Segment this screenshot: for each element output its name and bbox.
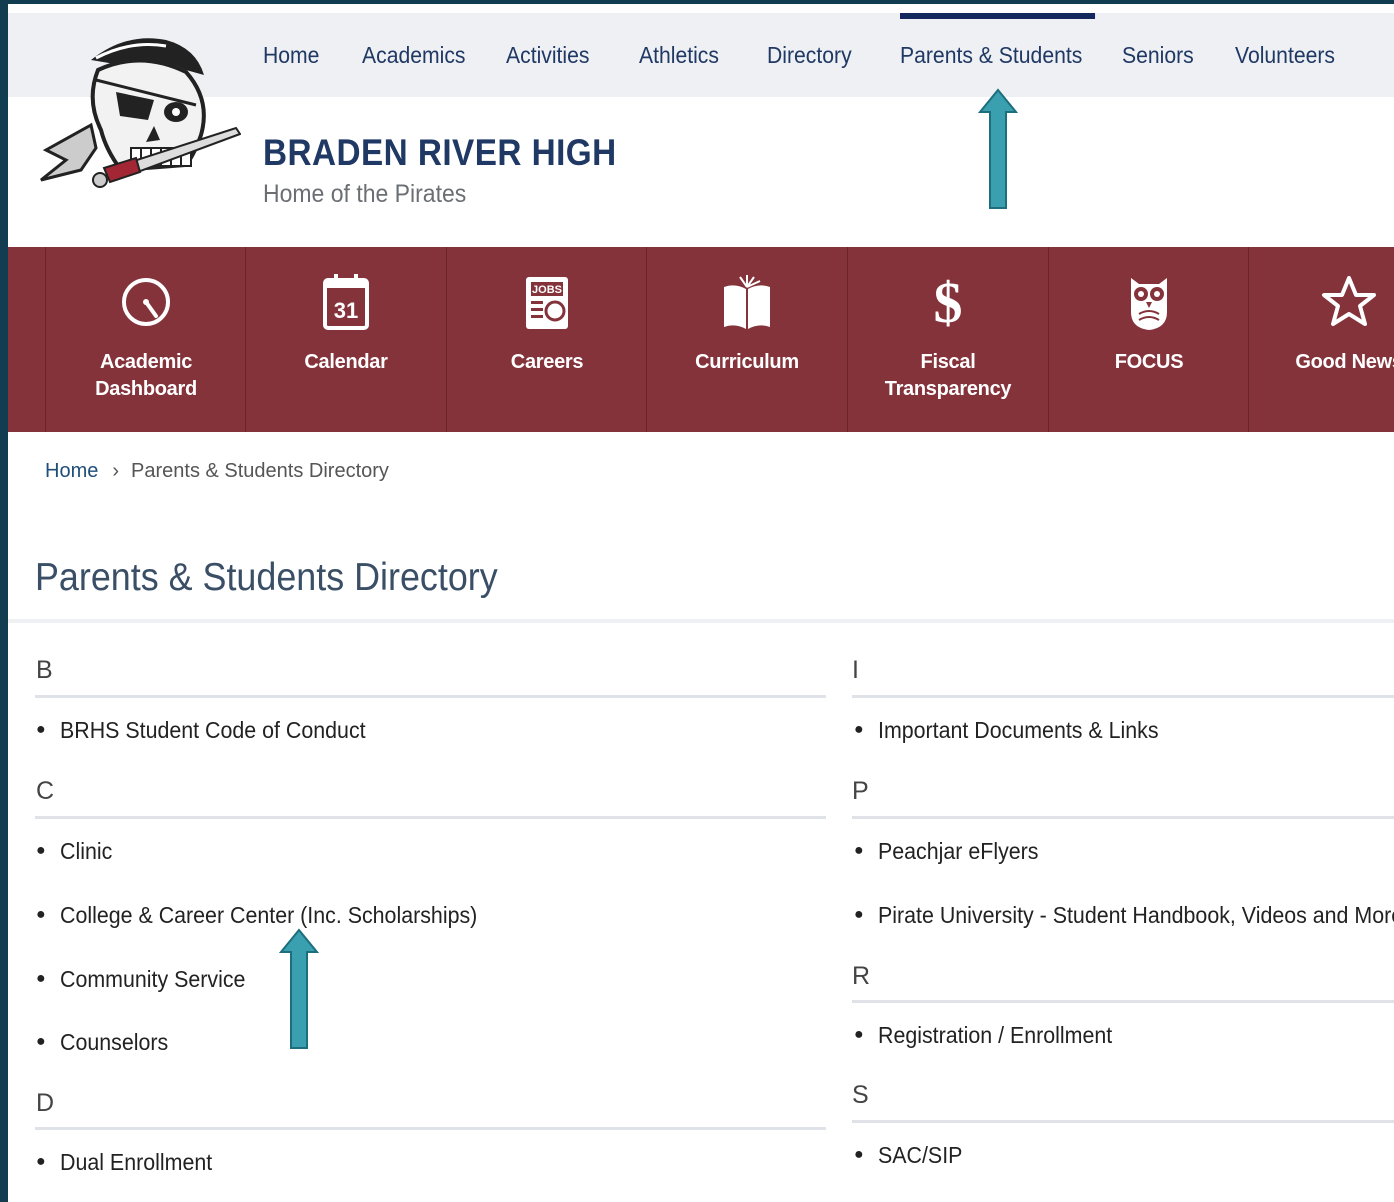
chevron-right-icon: ›	[112, 460, 120, 482]
section-letter: I	[852, 656, 859, 684]
section-letter: R	[852, 962, 871, 990]
nav-volunteers[interactable]: Volunteers	[1235, 13, 1335, 97]
list-item[interactable]: ● Clinic	[36, 838, 116, 865]
quick-links-bar: Academic Dashboard 31 Calendar JOBS Care…	[8, 247, 1394, 432]
list-item[interactable]: ● Pirate University - Student Handbook, V…	[854, 902, 1394, 929]
list-item[interactable]: ● SAC/SIP	[854, 1142, 969, 1169]
jobs-newspaper-icon: JOBS	[517, 271, 577, 333]
divider	[852, 1000, 1394, 1003]
list-item[interactable]: ● Dual Enrollment	[36, 1149, 224, 1176]
section-letter: S	[852, 1081, 869, 1109]
quick-link-label: Fiscal Transparency	[884, 351, 1012, 400]
quick-link-label: FOCUS	[1114, 351, 1184, 373]
nav-athletics[interactable]: Athletics	[639, 13, 719, 97]
quick-link-good-news[interactable]: Good News	[1248, 247, 1394, 432]
nav-activities[interactable]: Activities	[506, 13, 589, 97]
page-title: Parents & Students Directory	[35, 556, 498, 599]
list-item[interactable]: ● BRHS Student Code of Conduct	[36, 717, 389, 744]
breadcrumb-home[interactable]: Home	[45, 460, 98, 482]
quick-link-label: Calendar	[304, 351, 388, 373]
list-item[interactable]: ● College & Career Center (Inc. Scholarsh…	[36, 902, 509, 929]
breadcrumb: Home › Parents & Students Directory	[45, 460, 389, 483]
breadcrumb-current: Parents & Students Directory	[131, 460, 389, 482]
quick-link-careers[interactable]: JOBS Careers	[446, 247, 647, 432]
list-item[interactable]: ● Registration / Enrollment	[854, 1022, 1130, 1049]
divider	[35, 816, 826, 819]
school-tagline: Home of the Pirates	[263, 180, 467, 208]
svg-text:JOBS: JOBS	[532, 284, 562, 296]
star-icon	[1319, 271, 1379, 333]
divider	[852, 1120, 1394, 1123]
annotation-arrow-up-icon	[978, 88, 1018, 209]
list-item[interactable]: ● Important Documents & Links	[854, 717, 1180, 744]
quick-link-label: Good News	[1295, 351, 1394, 373]
nav-directory[interactable]: Directory	[767, 13, 852, 97]
owl-icon	[1119, 271, 1179, 333]
divider	[852, 816, 1394, 819]
list-item[interactable]: ● Community Service	[36, 966, 259, 993]
nav-seniors[interactable]: Seniors	[1122, 13, 1194, 97]
pirate-skull-logo[interactable]	[36, 30, 241, 200]
page: Home Academics Activities Athletics Dire…	[8, 4, 1394, 1202]
dollar-icon: $	[933, 269, 963, 335]
quick-link-label: Careers	[510, 351, 584, 373]
school-name[interactable]: BRADEN RIVER HIGH	[263, 132, 617, 174]
quick-link-label: Curriculum	[695, 351, 799, 373]
gauge-icon	[116, 271, 176, 333]
nav-parents-students[interactable]: Parents & Students	[900, 13, 1096, 97]
divider	[35, 1127, 826, 1130]
section-letter: B	[36, 656, 53, 684]
section-letter: C	[36, 777, 55, 805]
nav-home[interactable]: Home	[263, 13, 319, 97]
divider	[35, 695, 826, 698]
quick-link-focus[interactable]: FOCUS	[1048, 247, 1249, 432]
quick-link-fiscal-transparency[interactable]: $ Fiscal Transparency	[847, 247, 1048, 432]
quick-link-academic-dashboard[interactable]: Academic Dashboard	[45, 247, 246, 432]
divider	[8, 619, 1394, 623]
section-letter: P	[852, 777, 869, 805]
annotation-arrow-up-icon	[279, 928, 319, 1049]
list-item[interactable]: ● Counselors	[36, 1029, 176, 1056]
quick-link-calendar[interactable]: 31 Calendar	[245, 247, 446, 432]
divider	[852, 695, 1394, 698]
nav-academics[interactable]: Academics	[362, 13, 465, 97]
list-item[interactable]: ● Peachjar eFlyers	[854, 838, 1051, 865]
section-letter: D	[36, 1089, 55, 1117]
svg-text:31: 31	[334, 298, 358, 323]
quick-link-label: Academic Dashboard	[95, 351, 197, 400]
open-book-icon	[717, 271, 777, 333]
quick-link-curriculum[interactable]: Curriculum	[646, 247, 847, 432]
calendar-icon: 31	[316, 271, 376, 333]
